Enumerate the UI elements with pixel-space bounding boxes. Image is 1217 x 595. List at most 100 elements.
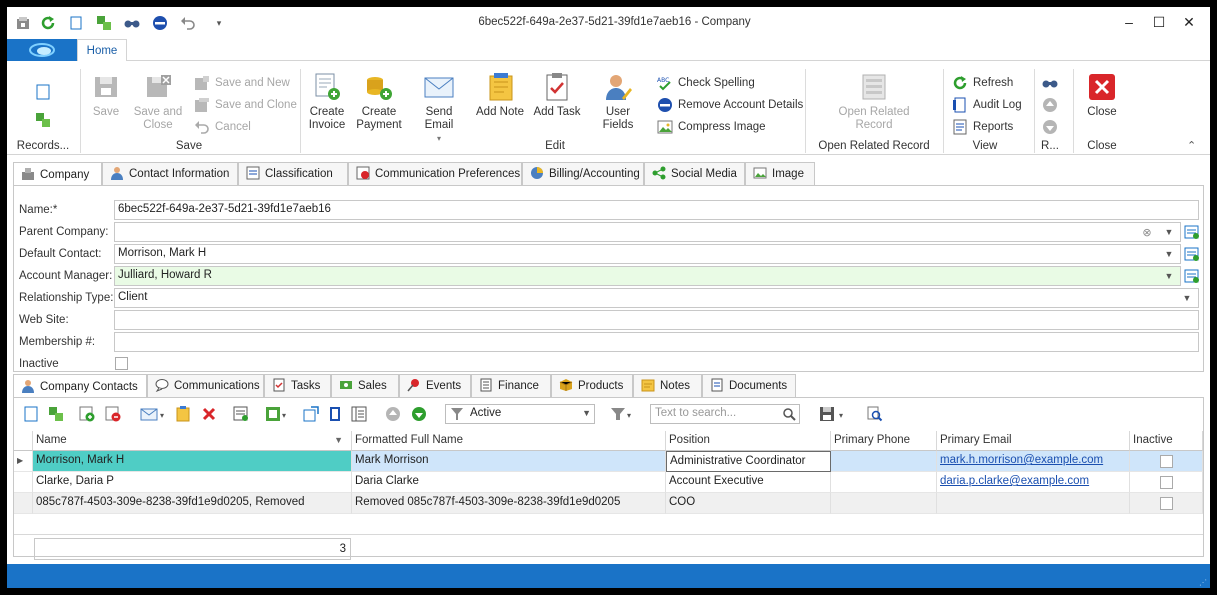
note-icon[interactable] — [174, 405, 192, 423]
tab-tasks[interactable]: Tasks — [264, 374, 331, 398]
membership-field[interactable] — [114, 332, 1199, 352]
email-link[interactable]: daria.p.clarke@example.com — [940, 475, 1089, 487]
delete-icon[interactable] — [200, 405, 218, 423]
expand-icon[interactable] — [302, 405, 320, 423]
add-task-button[interactable]: Add Task — [532, 71, 582, 119]
new-record-button[interactable] — [35, 83, 51, 101]
grid-cell-full-name[interactable]: Mark Morrison — [352, 451, 666, 472]
grid-cell-inactive[interactable] — [1130, 493, 1203, 514]
export-icon[interactable] — [232, 405, 250, 423]
grid-cell-name[interactable]: 085c787f-4503-309e-8238-39fd1e9d0205, Re… — [33, 493, 352, 514]
arrow-down-green-icon[interactable] — [410, 405, 428, 423]
column-header-inactive[interactable]: Inactive — [1130, 431, 1203, 451]
clear-icon[interactable]: ⊗ — [1140, 223, 1154, 241]
grid-cell-phone[interactable] — [831, 472, 937, 493]
column-header-position[interactable]: Position — [666, 431, 831, 451]
grid-cell-position[interactable]: Administrative Coordinator — [666, 451, 831, 472]
remove-account-details-button[interactable]: Remove Account Details — [657, 96, 803, 114]
reports-button[interactable]: Reports — [952, 118, 1013, 136]
create-payment-button[interactable]: Create Payment — [355, 71, 403, 132]
save-and-close-button[interactable]: Save and Close — [131, 71, 185, 132]
close-button[interactable]: Close — [1082, 71, 1122, 119]
open-related-record-button[interactable]: Open Related Record — [829, 71, 919, 132]
chevron-down-icon[interactable]: ▼ — [582, 408, 591, 418]
details-icon[interactable] — [350, 405, 368, 423]
grid-cell-full-name[interactable]: Removed 085c787f-4503-309e-8238-39fd1e9d… — [352, 493, 666, 514]
new-icon[interactable] — [22, 405, 40, 423]
tab-products[interactable]: Products — [551, 374, 633, 398]
tab-home[interactable]: Home — [77, 39, 127, 62]
filter-dropdown-icon[interactable]: ▾ — [609, 405, 637, 423]
inactive-checkbox[interactable] — [1159, 476, 1173, 489]
inactive-checkbox[interactable] — [1159, 497, 1173, 510]
column-header-primary-phone[interactable]: Primary Phone — [831, 431, 937, 451]
tab-contact-information[interactable]: Contact Information — [102, 162, 238, 186]
next-record-button[interactable] — [1042, 118, 1058, 136]
lookup-parent-company-icon[interactable] — [1184, 224, 1200, 240]
check-spelling-button[interactable]: ABC Check Spelling — [657, 74, 755, 92]
grid-cell-inactive[interactable] — [1130, 472, 1203, 493]
email-link[interactable]: mark.h.morrison@example.com — [940, 454, 1103, 466]
account-manager-field[interactable]: Julliard, Howard R ▼ — [114, 266, 1181, 286]
name-field[interactable]: 6bec522f-649a-2e37-5d21-39fd1e7aeb16 — [114, 200, 1199, 220]
grid-cell-phone[interactable] — [831, 493, 937, 514]
send-email-button[interactable]: Send Email ▾ — [410, 71, 468, 145]
app-menu-button[interactable] — [7, 39, 77, 61]
columns-dropdown-icon[interactable]: ▾ — [264, 405, 292, 423]
maximize-button[interactable]: ☐ — [1147, 11, 1171, 33]
add-green-icon[interactable] — [47, 405, 65, 423]
lookup-account-manager-icon[interactable] — [1184, 268, 1200, 284]
open-icon[interactable] — [326, 405, 344, 423]
grid-cell-full-name[interactable]: Daria Clarke — [352, 472, 666, 493]
close-window-button[interactable]: ✕ — [1177, 11, 1201, 33]
grid-cell-name[interactable]: Morrison, Mark H — [33, 451, 352, 472]
grid-cell-email[interactable] — [937, 493, 1130, 514]
relationship-type-select[interactable]: Client ▼ — [114, 288, 1199, 308]
refresh-button[interactable]: Refresh — [952, 74, 1013, 92]
grid-cell-inactive[interactable] — [1130, 451, 1203, 472]
tab-social-media[interactable]: Social Media — [644, 162, 745, 186]
save-and-new-button[interactable]: Save and New — [194, 74, 290, 92]
add-link-icon[interactable] — [78, 405, 96, 423]
inactive-checkbox[interactable] — [1159, 455, 1173, 468]
website-field[interactable] — [114, 310, 1199, 330]
parent-company-field[interactable]: ⊗ ▼ — [114, 222, 1181, 242]
search-input[interactable]: Text to search... — [650, 404, 800, 424]
save-button[interactable]: Save — [86, 71, 126, 119]
chevron-down-icon[interactable]: ▼ — [1180, 289, 1194, 307]
tab-image[interactable]: Image — [745, 162, 815, 186]
compress-image-button[interactable]: Compress Image — [657, 118, 766, 136]
zoom-search-icon[interactable] — [866, 405, 884, 423]
chevron-down-icon[interactable]: ▼ — [1162, 245, 1176, 263]
tab-communications[interactable]: Communications — [147, 374, 264, 398]
arrow-up-icon[interactable] — [384, 405, 402, 423]
cancel-button[interactable]: Cancel — [194, 118, 251, 136]
tab-communication-preferences[interactable]: Communication Preferences — [348, 162, 522, 186]
chevron-down-icon[interactable]: ▼ — [1162, 267, 1176, 285]
column-header-formatted-full-name[interactable]: Formatted Full Name — [352, 431, 666, 451]
grid-cell-position[interactable]: Account Executive — [666, 472, 831, 493]
minimize-button[interactable]: – — [1117, 11, 1141, 33]
grid-cell-name[interactable]: Clarke, Daria P — [33, 472, 352, 493]
resize-grip-icon[interactable]: ⋰ — [1199, 578, 1207, 587]
tab-billing-accounting[interactable]: Billing/Accounting — [522, 162, 644, 186]
save-and-clone-button[interactable]: Save and Clone — [194, 96, 297, 114]
save-layout-dropdown-icon[interactable]: ▾ — [818, 405, 848, 423]
tab-classification[interactable]: Classification — [238, 162, 348, 186]
lookup-default-contact-icon[interactable] — [1184, 246, 1200, 262]
column-header-name[interactable]: Name ▼ — [33, 431, 352, 451]
add-note-button[interactable]: Add Note — [475, 71, 525, 119]
status-filter-select[interactable]: Active ▼ — [445, 404, 595, 424]
tab-events[interactable]: Events — [399, 374, 471, 398]
collapse-ribbon-icon[interactable]: ⌃ — [1187, 139, 1196, 152]
search-icon[interactable] — [782, 407, 796, 424]
grid-cell-position[interactable]: COO — [666, 493, 831, 514]
grid-cell-email[interactable]: mark.h.morrison@example.com — [937, 451, 1130, 472]
email-dropdown-icon[interactable]: ▾ — [139, 405, 169, 423]
audit-log-button[interactable]: Audit Log — [952, 96, 1022, 114]
grid-cell-phone[interactable] — [831, 451, 937, 472]
tab-finance[interactable]: Finance — [471, 374, 551, 398]
previous-record-button[interactable] — [1042, 96, 1058, 114]
column-header-primary-email[interactable]: Primary Email — [937, 431, 1130, 451]
inactive-checkbox[interactable] — [115, 357, 128, 370]
